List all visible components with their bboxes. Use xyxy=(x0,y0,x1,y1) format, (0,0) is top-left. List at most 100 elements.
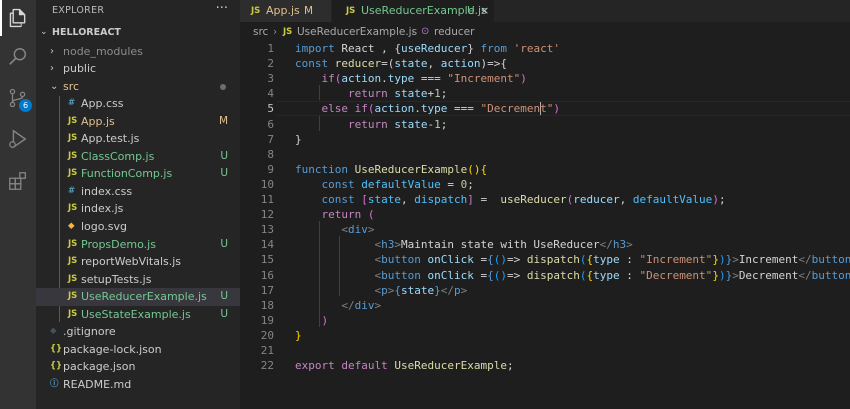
file-item[interactable]: JS setupTests.js xyxy=(36,271,240,289)
js-file-icon: JS xyxy=(68,150,78,161)
git-status-badge: U xyxy=(220,307,228,320)
code-line[interactable]: const reducer=(state, action)=>{ xyxy=(295,56,507,71)
folder-item[interactable]: › node_modules xyxy=(36,43,240,61)
tree-item-label: package.json xyxy=(63,360,136,374)
files-icon[interactable] xyxy=(0,0,29,36)
line-number: 2 xyxy=(267,57,274,71)
line-number: 13 xyxy=(260,223,274,237)
code-line[interactable]: return state-1; xyxy=(295,117,447,132)
run-debug-icon[interactable] xyxy=(7,128,29,150)
js-file-icon: JS xyxy=(68,133,78,144)
code-line[interactable]: return ( xyxy=(295,207,375,222)
file-item[interactable]: JS ClassComp.js U xyxy=(36,148,240,166)
code-line[interactable]: <div> xyxy=(295,222,374,237)
file-item[interactable]: JS index.js xyxy=(36,200,240,218)
breadcrumb-folder[interactable]: src xyxy=(253,24,268,40)
js-file-icon: JS xyxy=(346,6,356,16)
activity-bar: 6 xyxy=(0,0,36,409)
code-line[interactable]: ) xyxy=(295,313,329,328)
tree-item-label: App.test.js xyxy=(81,132,140,146)
git-status-badge: U xyxy=(220,149,228,162)
code-line[interactable]: } xyxy=(295,132,302,147)
js-file-icon: JS xyxy=(68,273,78,284)
changes-dot-icon xyxy=(220,83,226,90)
code-line[interactable]: const [state, dispatch] = useReducer(red… xyxy=(295,192,726,207)
code-line[interactable]: <button onClick ={()=> dispatch({type : … xyxy=(295,268,850,283)
json-file-icon: {} xyxy=(50,361,63,372)
code-line[interactable]: const defaultValue = 0; xyxy=(295,177,474,192)
line-number: 14 xyxy=(260,238,274,252)
git-status-badge: U xyxy=(220,290,228,303)
code-line[interactable]: if(action.type === "Increment") xyxy=(295,71,527,86)
line-number: 5 xyxy=(267,102,274,116)
code-line[interactable]: function UseReducerExample(){ xyxy=(295,162,487,177)
file-item[interactable]: # App.css xyxy=(36,95,240,113)
line-number: 10 xyxy=(260,177,274,191)
code-line[interactable]: return state+1; xyxy=(295,86,447,101)
code-line[interactable]: export default UseReducerExample; xyxy=(295,358,514,373)
file-item[interactable]: ◆ logo.svg xyxy=(36,218,240,236)
workspace-section-header[interactable]: ⌄ HELLOREACT xyxy=(36,25,240,42)
code-line[interactable]: <button onClick ={()=> dispatch({type : … xyxy=(295,252,850,267)
more-actions-button[interactable]: ··· xyxy=(216,1,228,16)
file-item[interactable]: # index.css xyxy=(36,183,240,201)
line-number: 8 xyxy=(267,147,274,161)
code-line[interactable]: import React , {useReducer} from 'react' xyxy=(295,41,560,56)
git-status-badge: U xyxy=(220,167,228,180)
breadcrumb-symbol[interactable]: reducer xyxy=(434,24,474,40)
tree-item-label: App.js xyxy=(81,114,115,128)
file-item[interactable]: JS UseStateExample.js U xyxy=(36,306,240,324)
chevron-down-icon: ⌄ xyxy=(40,27,48,37)
code-editor[interactable]: 1 import React , {useReducer} from 'react… xyxy=(240,40,850,409)
extensions-icon[interactable] xyxy=(7,170,29,192)
js-file-icon: JS xyxy=(68,203,78,214)
code-line[interactable]: else if(action.type === "Decrement") xyxy=(295,101,560,116)
file-item[interactable]: JS App.test.js xyxy=(36,130,240,148)
breadcrumb-separator: › xyxy=(273,26,278,38)
line-number: 15 xyxy=(260,253,274,267)
git-status-badge: M xyxy=(218,114,228,127)
line-number: 22 xyxy=(260,359,274,373)
svg-file-icon: ◆ xyxy=(68,221,75,231)
tree-item-label: src xyxy=(63,79,80,93)
tree-item-label: node_modules xyxy=(63,44,143,58)
tree-item-label: index.css xyxy=(81,184,133,198)
close-icon[interactable]: × xyxy=(480,0,489,22)
folder-item[interactable]: › public xyxy=(36,60,240,78)
source-control-icon[interactable]: 6 xyxy=(7,87,32,112)
tree-item-label: UseStateExample.js xyxy=(81,307,191,321)
search-icon[interactable] xyxy=(7,46,29,68)
folder-item[interactable]: ⌄ src xyxy=(36,78,240,96)
tree-item-label: README.md xyxy=(63,377,132,391)
tree-item-label: ClassComp.js xyxy=(81,149,155,163)
js-file-icon: JS xyxy=(68,115,78,126)
tab-app-js[interactable]: JS App.js M xyxy=(240,0,331,22)
code-line[interactable]: } xyxy=(295,328,302,343)
file-item[interactable]: JS reportWebVitals.js xyxy=(36,253,240,271)
line-number: 1 xyxy=(267,42,274,55)
breadcrumb-separator: › xyxy=(411,26,416,38)
line-number: 9 xyxy=(267,162,274,176)
file-item[interactable]: JS FunctionComp.js U xyxy=(36,165,240,183)
js-file-icon: JS xyxy=(68,308,78,319)
git-file-icon: ◆ xyxy=(50,326,57,337)
line-number: 17 xyxy=(260,283,274,297)
file-item[interactable]: JS UseReducerExample.js U xyxy=(36,288,240,306)
line-number: 4 xyxy=(267,87,274,101)
file-item[interactable]: JS PropsDemo.js U xyxy=(36,236,240,254)
line-number: 18 xyxy=(260,298,274,312)
file-item[interactable]: {} package-lock.json xyxy=(36,341,240,359)
code-line[interactable]: </div> xyxy=(295,298,381,313)
code-line[interactable]: <p>{state}</p> xyxy=(295,283,467,298)
file-item[interactable]: ⓘ README.md xyxy=(36,376,240,394)
breadcrumb: src › JS UseReducerExample.js › ⊙ reduce… xyxy=(240,24,850,40)
code-line[interactable]: <h3>Maintain state with UseReducer</h3> xyxy=(295,237,632,252)
line-number: 20 xyxy=(260,328,274,342)
file-item[interactable]: {} package.json xyxy=(36,358,240,376)
tab-usereducerexample-js[interactable]: JS UseReducerExample.js U × xyxy=(332,0,494,22)
tree-item-label: FunctionComp.js xyxy=(81,167,173,181)
tree-item-label: PropsDemo.js xyxy=(81,237,156,251)
file-item[interactable]: ◆ .gitignore xyxy=(36,323,240,341)
breadcrumb-file[interactable]: UseReducerExample.js xyxy=(297,24,417,40)
file-item[interactable]: JS App.js M xyxy=(36,113,240,131)
